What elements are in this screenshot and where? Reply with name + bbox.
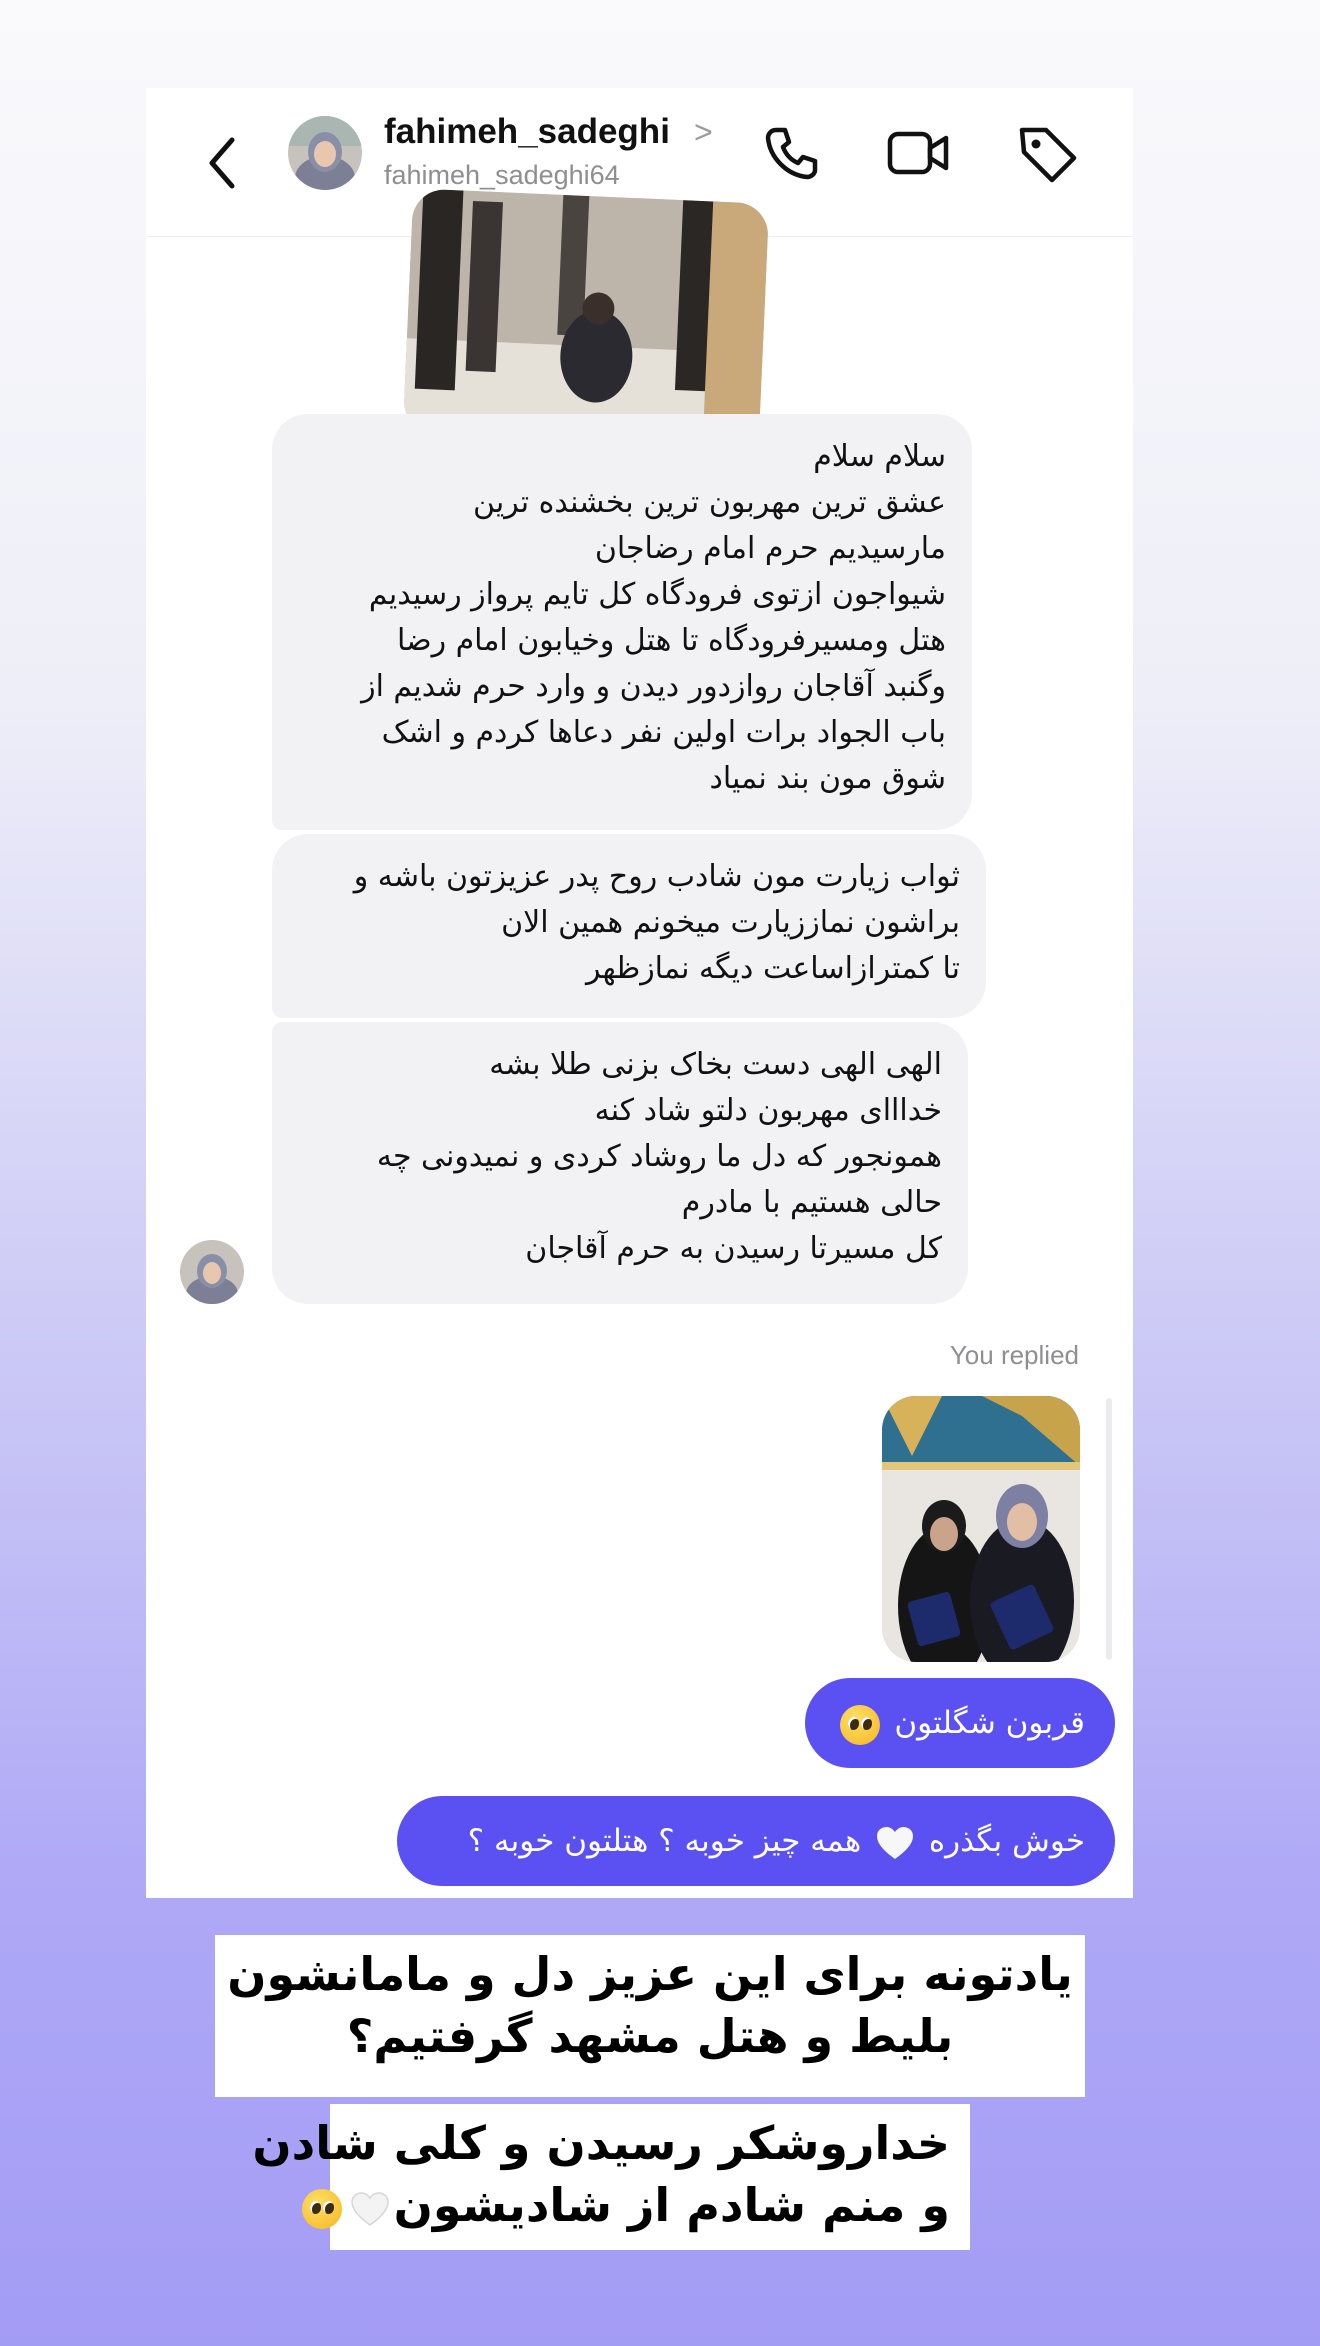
message-line: ثواب زیارت مون شادب روح پدر عزیزتون باشه… [353, 859, 960, 894]
contact-username: fahimeh_sadeghi64 [384, 160, 620, 190]
message-line: براشون نمازز‌یارت میخونم همین الان [501, 905, 960, 940]
caption-line: و منم شادم از شادیشون [301, 2174, 950, 2236]
message-line: کل مسیرتا رسیدن به حرم آقاجان [525, 1231, 942, 1266]
incoming-message[interactable]: سلام سلام عشق ترین مهربون ترین بخشنده تر… [272, 414, 972, 830]
message-line: الهی الهی دست بخاک بزنی طلا بشه [489, 1047, 942, 1082]
message-line: حالی هستیم با مادرم [681, 1185, 942, 1220]
chat-window: fahimeh_sadeghi > fahimeh_sadeghi64 سلام… [146, 88, 1133, 1898]
message-line: مارسیدیم حرم امام رضاجان [594, 531, 946, 566]
caption-line: خداروشکر رسیدن و کلی شادن [252, 2116, 950, 2170]
message-text: قربون شگلتون [894, 1705, 1085, 1741]
incoming-message[interactable]: ثواب زیارت مون شادب روح پدر عزیزتون باشه… [272, 834, 986, 1018]
pleading-face-icon [301, 2188, 342, 2229]
caption-text: و منم شادم از شادیشون [393, 2178, 950, 2232]
message-line: تا کمترازاساعت دیگه نمازظهر [585, 951, 960, 986]
message-line: عشق ترین مهربون ترین بخشنده ترین [473, 485, 946, 520]
outgoing-message[interactable]: خوش بگذره همه چیز خوبه ؟ هتلتون خوبه ؟ [397, 1796, 1115, 1886]
message-line: سلام سلام [813, 439, 946, 474]
message-line: خدااای مهربون دلتو شاد کنه [594, 1093, 942, 1128]
sender-avatar[interactable] [180, 1240, 244, 1304]
message-line: همونجور که دل ما روشاد کردی و نمیدونی چه [376, 1139, 942, 1174]
message-line: باب الجواد برات اولین نفر دعاها کردم و ا… [381, 715, 946, 750]
message-line: وگنبد آقاجان روازدور دیدن و وارد حرم شدی… [361, 669, 946, 704]
message-text: همه چیز خوبه ؟ هتلتون خوبه ؟ [467, 1823, 862, 1859]
phone-icon[interactable] [756, 118, 826, 188]
message-text: خوش بگذره [928, 1823, 1085, 1859]
outgoing-message[interactable]: قربون شگلتون [805, 1678, 1115, 1768]
caption-line: یادتونه برای این عزیز دل و مامانشون [227, 1947, 1073, 2001]
caption-line: بلیط و هتل مشهد گرفتیم؟ [346, 2009, 954, 2063]
contact-name[interactable]: fahimeh_sadeghi [384, 112, 670, 152]
video-icon[interactable] [884, 118, 954, 188]
message-line: شوق مون بند نمیاد [709, 761, 946, 796]
back-arrow-icon[interactable] [202, 128, 242, 198]
replied-story-photo[interactable] [882, 1396, 1080, 1662]
incoming-message[interactable]: الهی الهی دست بخاک بزنی طلا بشه خدااای م… [272, 1022, 968, 1304]
white-heart-icon [350, 2191, 389, 2226]
white-heart-icon [877, 1826, 914, 1859]
chevron-right-icon[interactable]: > [694, 114, 713, 151]
story-caption-bottom: خداروشکر رسیدن و کلی شادن و منم شادم از … [252, 2104, 970, 2250]
shared-photo[interactable] [402, 188, 770, 448]
message-line: هتل ومسیرفرودگاه تا هتل وخیابون امام رضا [396, 623, 946, 658]
replied-label: You replied [949, 1340, 1079, 1370]
pleading-face-icon [840, 1704, 881, 1745]
message-line: شیواجون ازتوی فرودگاه کل تایم پرواز رسید… [368, 577, 946, 612]
tag-icon[interactable] [1012, 118, 1082, 188]
reply-indicator-bar [1106, 1398, 1112, 1660]
story-caption-top: یادتونه برای این عزیز دل و مامانشون بلیط… [215, 1935, 1085, 2097]
avatar[interactable] [288, 116, 362, 190]
